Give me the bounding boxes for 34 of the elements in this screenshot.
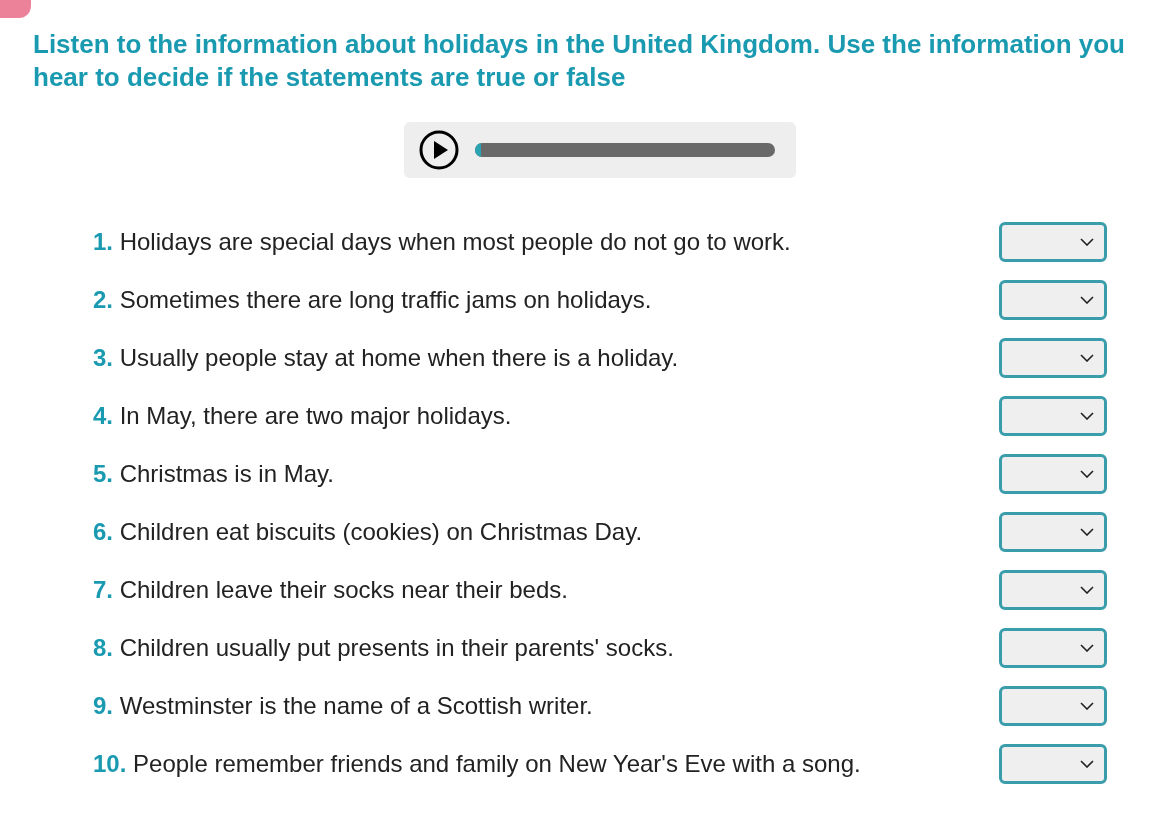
chevron-down-icon (1080, 470, 1094, 478)
answer-dropdown[interactable] (999, 570, 1107, 610)
statement-text: 6. Children eat biscuits (cookies) on Christmas Day. (93, 517, 643, 547)
statement-text: 7. Children leave their socks near their beds. (93, 575, 568, 605)
statement-text: 1. Holidays are special days when most people do not go to work. (93, 227, 791, 257)
answer-dropdown[interactable] (999, 280, 1107, 320)
answer-dropdown[interactable] (999, 222, 1107, 262)
chevron-down-icon (1080, 644, 1094, 652)
statement-text: 9. Westminster is the name of a Scottish writer. (93, 691, 593, 721)
statement-text: 8. Children usually put presents in their parents' socks. (93, 633, 674, 663)
answer-dropdown[interactable] (999, 512, 1107, 552)
chevron-down-icon (1080, 296, 1094, 304)
statement-text: 5. Christmas is in May. (93, 459, 334, 489)
answer-dropdown[interactable] (999, 396, 1107, 436)
chevron-down-icon (1080, 238, 1094, 246)
statement-text: 10. People remember friends and family on New Year's Eve with a song. (93, 749, 861, 779)
chevron-down-icon (1080, 528, 1094, 536)
chevron-down-icon (1080, 760, 1094, 768)
answer-dropdown[interactable] (999, 628, 1107, 668)
statement-text: 4. In May, there are two major holidays. (93, 401, 512, 431)
instruction-heading: Listen to the information about holidays in the United Kingdom. Use the information you hear to decide if the statements are true or false (33, 28, 1126, 94)
chevron-down-icon (1080, 702, 1094, 710)
chevron-down-icon (1080, 412, 1094, 420)
answer-dropdown[interactable] (999, 686, 1107, 726)
corner-shape (0, 0, 31, 18)
play-icon[interactable] (419, 130, 459, 170)
statement-text: 3. Usually people stay at home when there is a holiday. (93, 343, 679, 373)
progress-track[interactable] (475, 143, 775, 157)
answer-dropdown[interactable] (999, 744, 1107, 784)
statement-text: 2. Sometimes there are long traffic jams on holidays. (93, 285, 652, 315)
answer-dropdown[interactable] (999, 454, 1107, 494)
chevron-down-icon (1080, 354, 1094, 362)
answer-dropdown[interactable] (999, 338, 1107, 378)
chevron-down-icon (1080, 586, 1094, 594)
